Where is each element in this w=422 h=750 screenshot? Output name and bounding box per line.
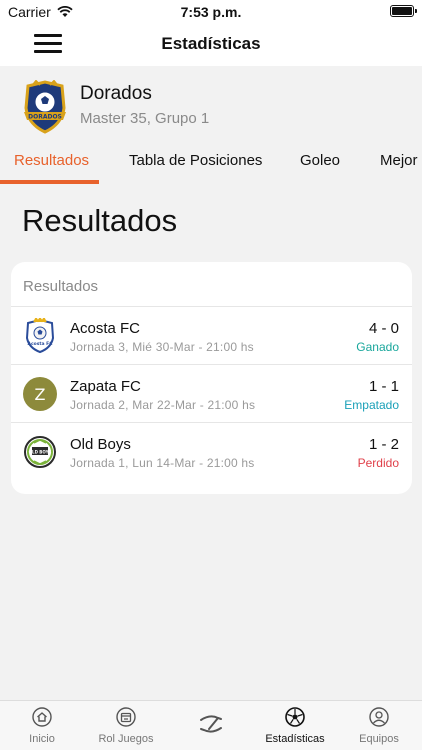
active-tab-indicator — [0, 180, 99, 184]
section-title: Resultados — [22, 203, 178, 238]
match-score: 4 - 0 — [368, 320, 399, 337]
tab-tabla-de-posiciones[interactable]: Tabla de Posiciones — [129, 152, 262, 169]
card-header: Resultados — [23, 278, 99, 295]
tab-label: Rol Juegos — [98, 733, 154, 745]
dorados-logo: DORADOS — [24, 80, 66, 134]
page-title: Estadísticas — [161, 34, 261, 53]
svg-text:Acosta FC: Acosta FC — [27, 341, 53, 347]
tab-goleo[interactable]: Goleo — [300, 152, 340, 169]
svg-text:Z: Z — [35, 385, 46, 404]
stats-tabs: Resultados Tabla de Posiciones Goleo Mej… — [0, 146, 422, 184]
tab-mejor[interactable]: Mejor — [380, 152, 418, 169]
result-row-old-boys[interactable]: OLD BOYS Old Boys Jornada 1, Lun 14-Mar … — [11, 423, 412, 481]
team-name: Dorados — [80, 83, 152, 104]
opponent-name: Zapata FC — [70, 378, 141, 395]
match-detail: Jornada 3, Mié 30-Mar - 21:00 hs — [70, 340, 254, 354]
battery-icon — [390, 5, 417, 17]
opponent-name: Old Boys — [70, 436, 131, 453]
old-boys-logo: OLD BOYS — [24, 436, 56, 468]
zapata-fc-avatar: Z — [23, 377, 57, 411]
bottom-tab-bar: Inicio Rol Juegos Estadísticas Equipos — [0, 700, 422, 750]
status-bar: Carrier 7:53 p.m. — [0, 0, 422, 22]
match-status: Empatado — [344, 398, 399, 412]
tab-rol-juegos[interactable]: Rol Juegos — [84, 707, 168, 745]
tab-estadisticas[interactable]: Estadísticas — [253, 707, 337, 745]
calendar-icon — [116, 707, 136, 727]
match-status: Perdido — [357, 456, 399, 470]
tab-label: Inicio — [29, 733, 55, 745]
match-score: 1 - 1 — [368, 378, 399, 395]
acosta-fc-logo: Acosta FC — [25, 318, 55, 354]
tab-label: Estadísticas — [265, 733, 325, 745]
team-league: Master 35, Grupo 1 — [80, 110, 210, 127]
soccer-ball-icon — [285, 707, 305, 727]
match-detail: Jornada 2, Mar 22-Mar - 21:00 hs — [70, 398, 256, 412]
tab-resultados[interactable]: Resultados — [14, 152, 89, 169]
tab-equipos[interactable]: Equipos — [337, 707, 421, 745]
result-row-zapata-fc[interactable]: Z Zapata FC Jornada 2, Mar 22-Mar - 21:0… — [11, 365, 412, 423]
tab-inicio[interactable]: Inicio — [0, 707, 84, 745]
status-time: 7:53 p.m. — [180, 4, 242, 20]
match-detail: Jornada 1, Lun 14-Mar - 21:00 hs — [70, 456, 255, 470]
tab-label: Equipos — [359, 733, 399, 745]
person-icon — [369, 707, 389, 727]
match-score: 1 - 2 — [368, 436, 399, 453]
team-header: DORADOS Dorados Master 35, Grupo 1 — [0, 66, 422, 146]
results-card: Resultados Acosta FC Acosta FC Jornada 3… — [11, 262, 412, 494]
home-icon — [32, 707, 52, 727]
match-status: Ganado — [356, 340, 399, 354]
tab-brand[interactable] — [169, 707, 253, 737]
brand-s-icon — [200, 715, 222, 733]
navigation-bar: Estadísticas — [0, 22, 422, 66]
svg-text:OLD BOYS: OLD BOYS — [29, 450, 52, 455]
svg-text:DORADOS: DORADOS — [28, 114, 62, 121]
result-row-acosta-fc[interactable]: Acosta FC Acosta FC Jornada 3, Mié 30-Ma… — [11, 307, 412, 365]
opponent-name: Acosta FC — [70, 320, 141, 337]
